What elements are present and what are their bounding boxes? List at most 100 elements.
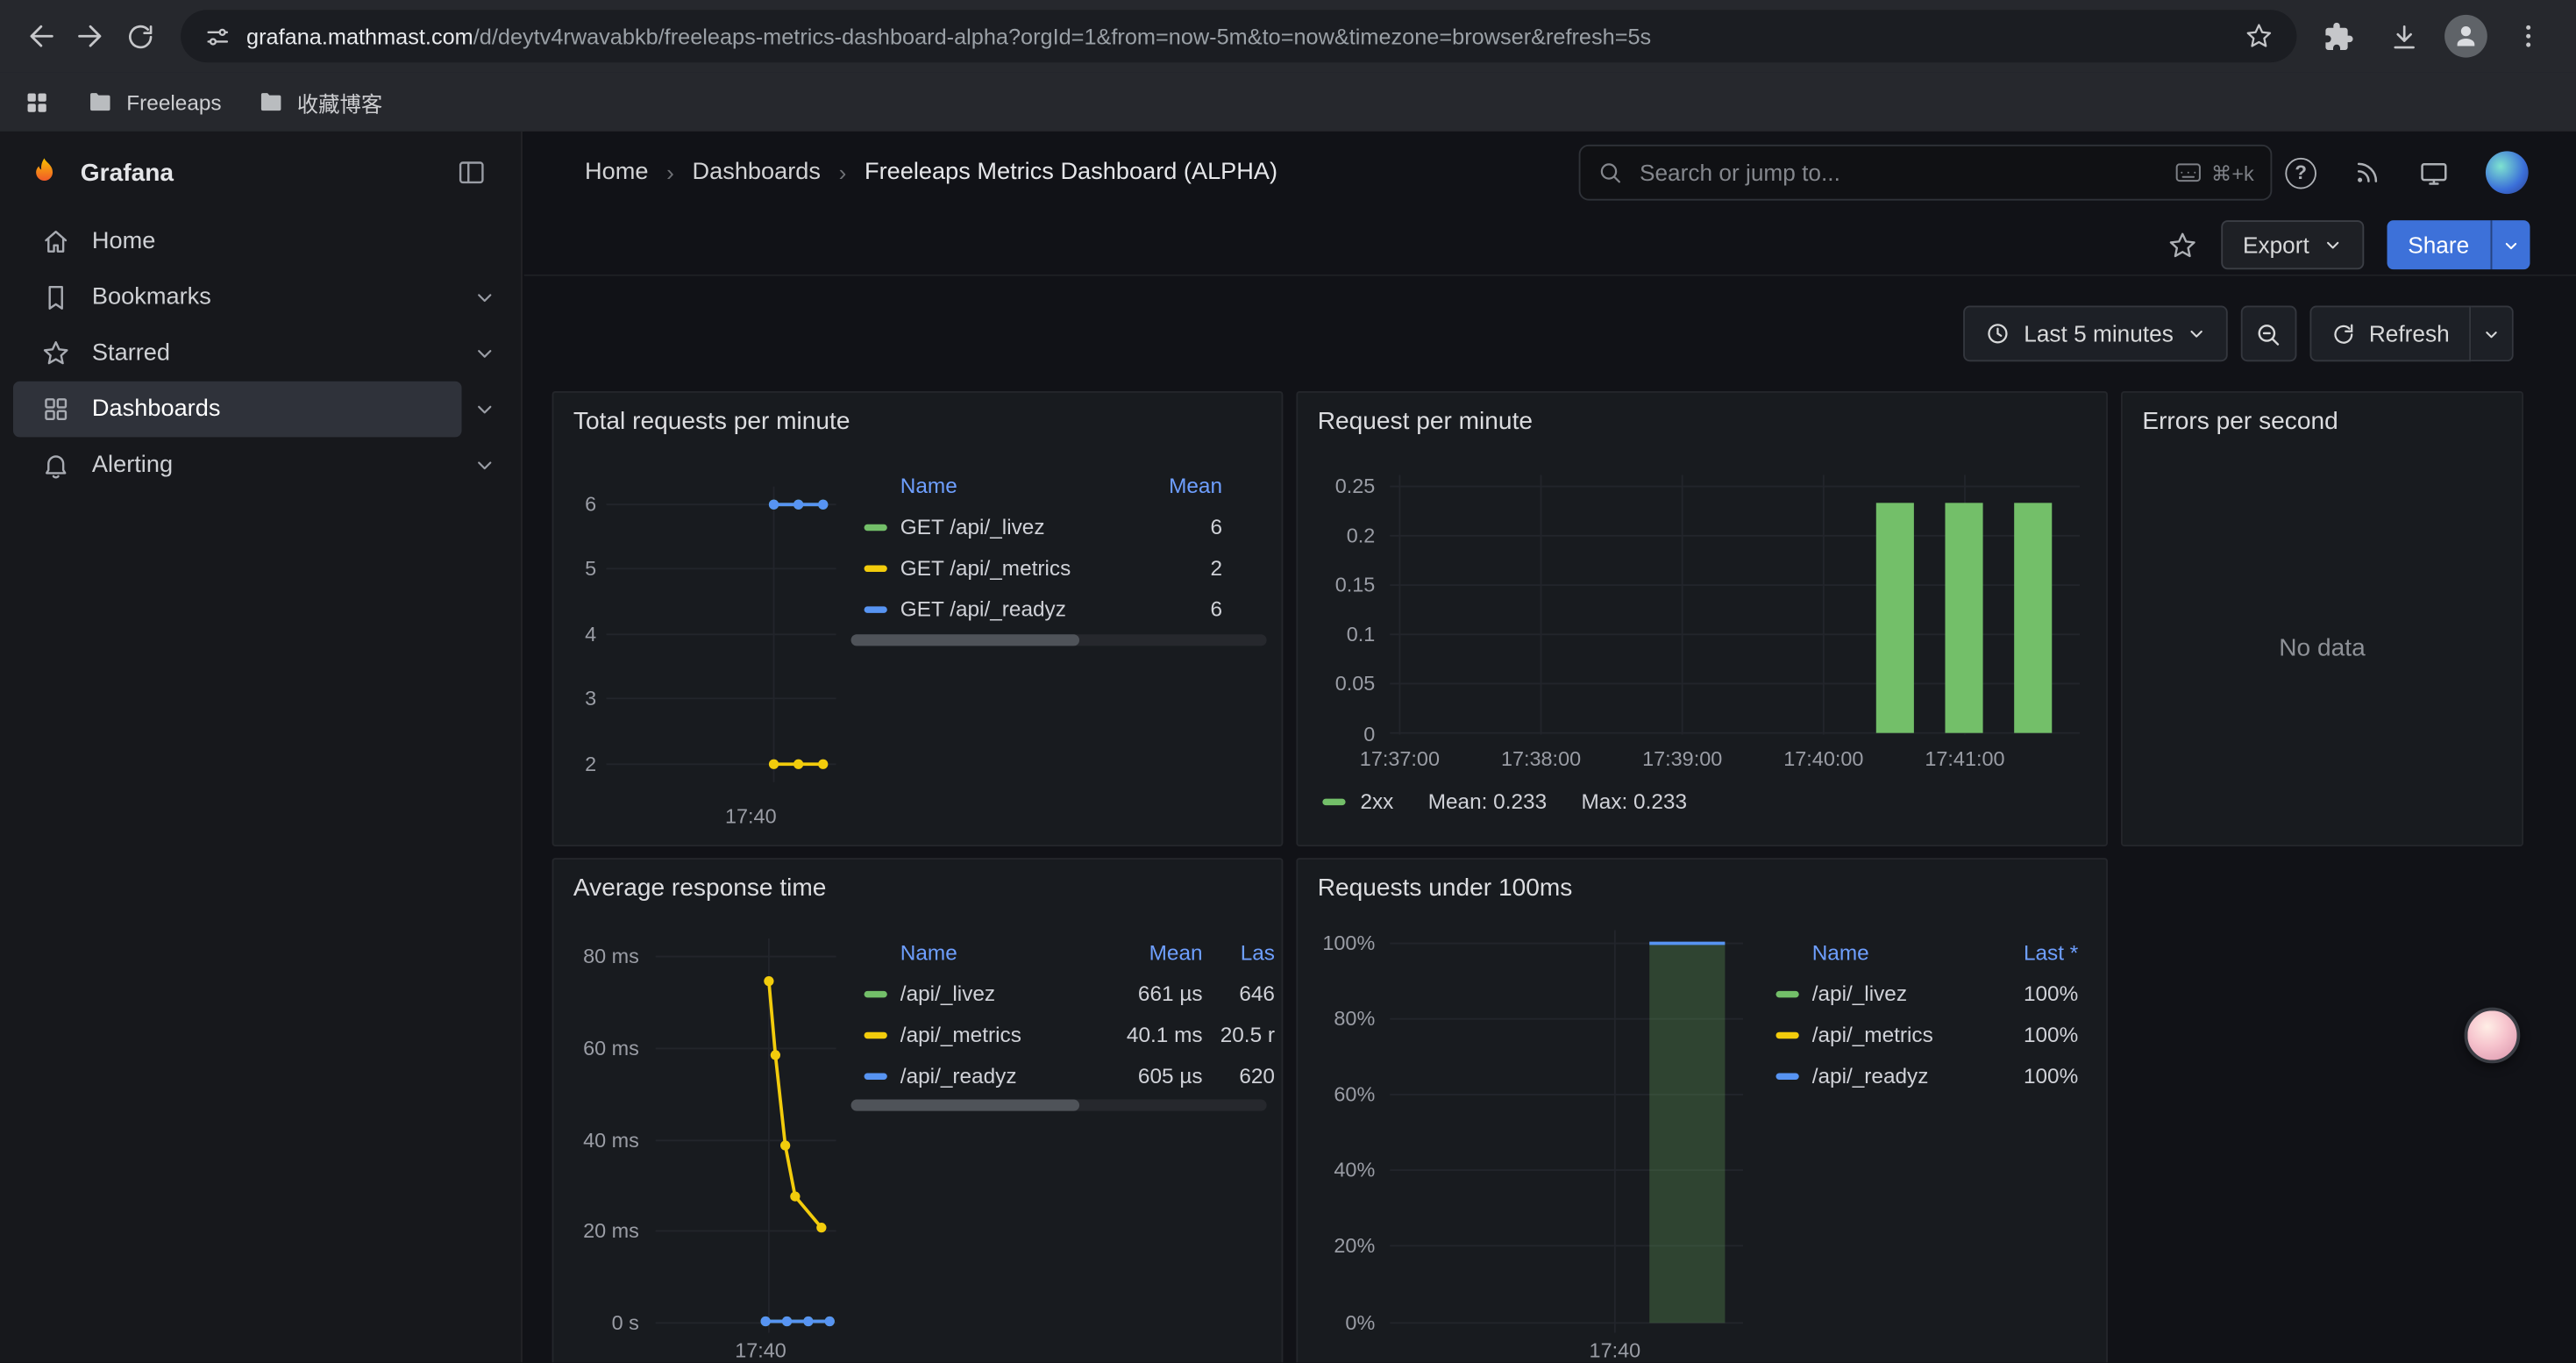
series-name[interactable]: /api/_livez <box>1812 981 1993 1006</box>
series-name[interactable]: GET /api/_readyz <box>900 596 1141 621</box>
share-caret-button[interactable] <box>2491 220 2530 269</box>
y-tick: 0.1 <box>1298 623 1375 646</box>
bar-chart[interactable] <box>1390 931 1743 1333</box>
breadcrumb-separator: › <box>839 160 847 186</box>
series-color-dash <box>865 1073 887 1079</box>
back-icon[interactable] <box>17 11 66 61</box>
legend-scrollbar[interactable] <box>851 634 1267 646</box>
series-name[interactable]: /api/_metrics <box>1812 1022 1993 1046</box>
breadcrumb-dashboards[interactable]: Dashboards <box>693 160 822 186</box>
browser-profile-avatar[interactable] <box>2444 15 2487 58</box>
sidebar-row-bookmarks: Bookmarks <box>13 269 508 325</box>
site-info-icon[interactable] <box>203 22 231 50</box>
browser-actions <box>2313 11 2559 61</box>
chevron-down-icon[interactable] <box>462 275 508 320</box>
bar-chart[interactable] <box>1390 475 2080 735</box>
y-tick: 2 <box>553 753 596 775</box>
scrollbar-thumb[interactable] <box>851 634 1080 646</box>
refresh-button[interactable]: Refresh <box>2309 306 2471 362</box>
panel-errors-per-second: Errors per second No data <box>2121 391 2523 846</box>
user-avatar[interactable] <box>2486 151 2529 194</box>
series-name[interactable]: /api/_readyz <box>1812 1063 1993 1088</box>
tab-groups-icon[interactable] <box>23 88 51 116</box>
panel-title[interactable]: Request per minute <box>1318 408 1533 436</box>
scrollbar-thumb[interactable] <box>851 1100 1080 1111</box>
line-chart[interactable] <box>606 487 836 782</box>
series-name[interactable]: 2xx <box>1360 789 1393 813</box>
sidebar-item-bookmarks[interactable]: Bookmarks <box>13 269 462 325</box>
time-range-picker[interactable]: Last 5 minutes <box>1963 306 2228 362</box>
legend-header-mean[interactable]: Mean <box>1140 474 1222 498</box>
share-button[interactable]: Share <box>2387 220 2491 269</box>
zoom-out-button[interactable] <box>2241 306 2297 362</box>
y-tick: 80% <box>1298 1008 1375 1031</box>
extensions-icon[interactable] <box>2313 11 2362 61</box>
browser-menu-icon[interactable] <box>2504 11 2553 61</box>
chevron-down-icon <box>2323 235 2342 254</box>
legend-row[interactable]: /api/_livez 100% <box>1763 973 2079 1014</box>
bookmark-folder-blogs[interactable]: 收藏博客 <box>258 86 382 118</box>
sidebar-item-dashboards[interactable]: Dashboards <box>13 382 462 438</box>
series-name[interactable]: GET /api/_livez <box>900 514 1141 539</box>
sidebar-item-home[interactable]: Home <box>13 214 462 270</box>
legend-header-name[interactable]: Name <box>900 940 1098 965</box>
refresh-interval-caret[interactable] <box>2471 306 2514 362</box>
sidebar-item-alerting[interactable]: Alerting <box>13 437 462 493</box>
help-icon[interactable]: ? <box>2285 157 2316 189</box>
legend-header-name[interactable]: Name <box>900 474 1141 498</box>
line-chart[interactable] <box>656 938 836 1333</box>
search-input[interactable] <box>1636 158 2161 188</box>
export-button[interactable]: Export <box>2222 220 2364 269</box>
folder-icon <box>258 89 284 115</box>
legend-row[interactable]: GET /api/_metrics 2 <box>851 547 1222 589</box>
legend-row[interactable]: GET /api/_readyz 6 <box>851 589 1222 630</box>
legend-scrollbar[interactable] <box>851 1100 1267 1111</box>
panel-title[interactable]: Errors per second <box>2142 408 2338 436</box>
series-name[interactable]: GET /api/_metrics <box>900 555 1141 580</box>
search-box[interactable]: ⌘+k <box>1579 145 2273 201</box>
series-name[interactable]: /api/_livez <box>900 981 1098 1006</box>
panel-title[interactable]: Requests under 100ms <box>1318 874 1573 903</box>
series-last: 100% <box>1993 981 2078 1006</box>
legend-row[interactable]: GET /api/_livez 6 <box>851 506 1222 547</box>
share-split-button: Share <box>2387 220 2530 269</box>
chevron-down-icon[interactable] <box>462 386 508 432</box>
downloads-icon[interactable] <box>2379 11 2428 61</box>
legend-header-last[interactable]: Last * <box>1993 940 2078 965</box>
time-toolbar: Last 5 minutes Refresh <box>1963 306 2514 362</box>
legend-header-name[interactable]: Name <box>1812 940 1993 965</box>
legend-header-mean[interactable]: Mean <box>1098 940 1203 965</box>
sidebar-item-starred[interactable]: Starred <box>13 325 462 382</box>
legend-row[interactable]: /api/_readyz 605 µs 620 <box>851 1055 1275 1096</box>
series-name[interactable]: /api/_metrics <box>900 1022 1098 1046</box>
sidebar-collapse-icon[interactable] <box>449 150 495 196</box>
legend-row[interactable]: /api/_metrics 100% <box>1763 1014 2079 1055</box>
series-mean: 661 µs <box>1098 981 1203 1006</box>
series-last: 100% <box>1993 1022 2078 1046</box>
legend-table: Name Mean Las /api/_livez 661 µs 646 /ap… <box>851 931 1275 1095</box>
bookmark-folder-freeleaps[interactable]: Freeleaps <box>87 89 221 115</box>
chevron-down-icon[interactable] <box>462 442 508 488</box>
series-name[interactable]: /api/_readyz <box>900 1063 1098 1088</box>
favorite-star-icon[interactable] <box>2167 229 2199 260</box>
series-color-dash <box>865 565 887 571</box>
y-tick: 100% <box>1298 931 1375 954</box>
breadcrumb-home[interactable]: Home <box>585 160 648 186</box>
legend-header-last[interactable]: Las <box>1203 940 1275 965</box>
bookmark-star-icon[interactable] <box>2245 21 2274 51</box>
kiosk-monitor-icon[interactable] <box>2418 157 2450 189</box>
legend-row[interactable]: /api/_livez 661 µs 646 <box>851 973 1275 1014</box>
floating-assistant-avatar[interactable] <box>2465 1008 2521 1064</box>
panel-title[interactable]: Total requests per minute <box>573 408 850 436</box>
zoom-out-icon <box>2255 319 2283 347</box>
reload-icon[interactable] <box>115 11 164 61</box>
panel-total-requests: Total requests per minute 6 5 4 3 2 17:4… <box>552 391 1284 846</box>
forward-icon[interactable] <box>66 11 115 61</box>
address-bar[interactable]: grafana.mathmast.com/d/deytv4rwavabkb/fr… <box>181 10 2296 62</box>
chevron-down-icon[interactable] <box>462 331 508 376</box>
grafana-logo[interactable] <box>26 154 62 190</box>
legend-row[interactable]: /api/_metrics 40.1 ms 20.5 r <box>851 1014 1275 1055</box>
legend-row[interactable]: /api/_readyz 100% <box>1763 1055 2079 1096</box>
news-rss-icon[interactable] <box>2352 158 2382 188</box>
panel-title[interactable]: Average response time <box>573 874 827 903</box>
